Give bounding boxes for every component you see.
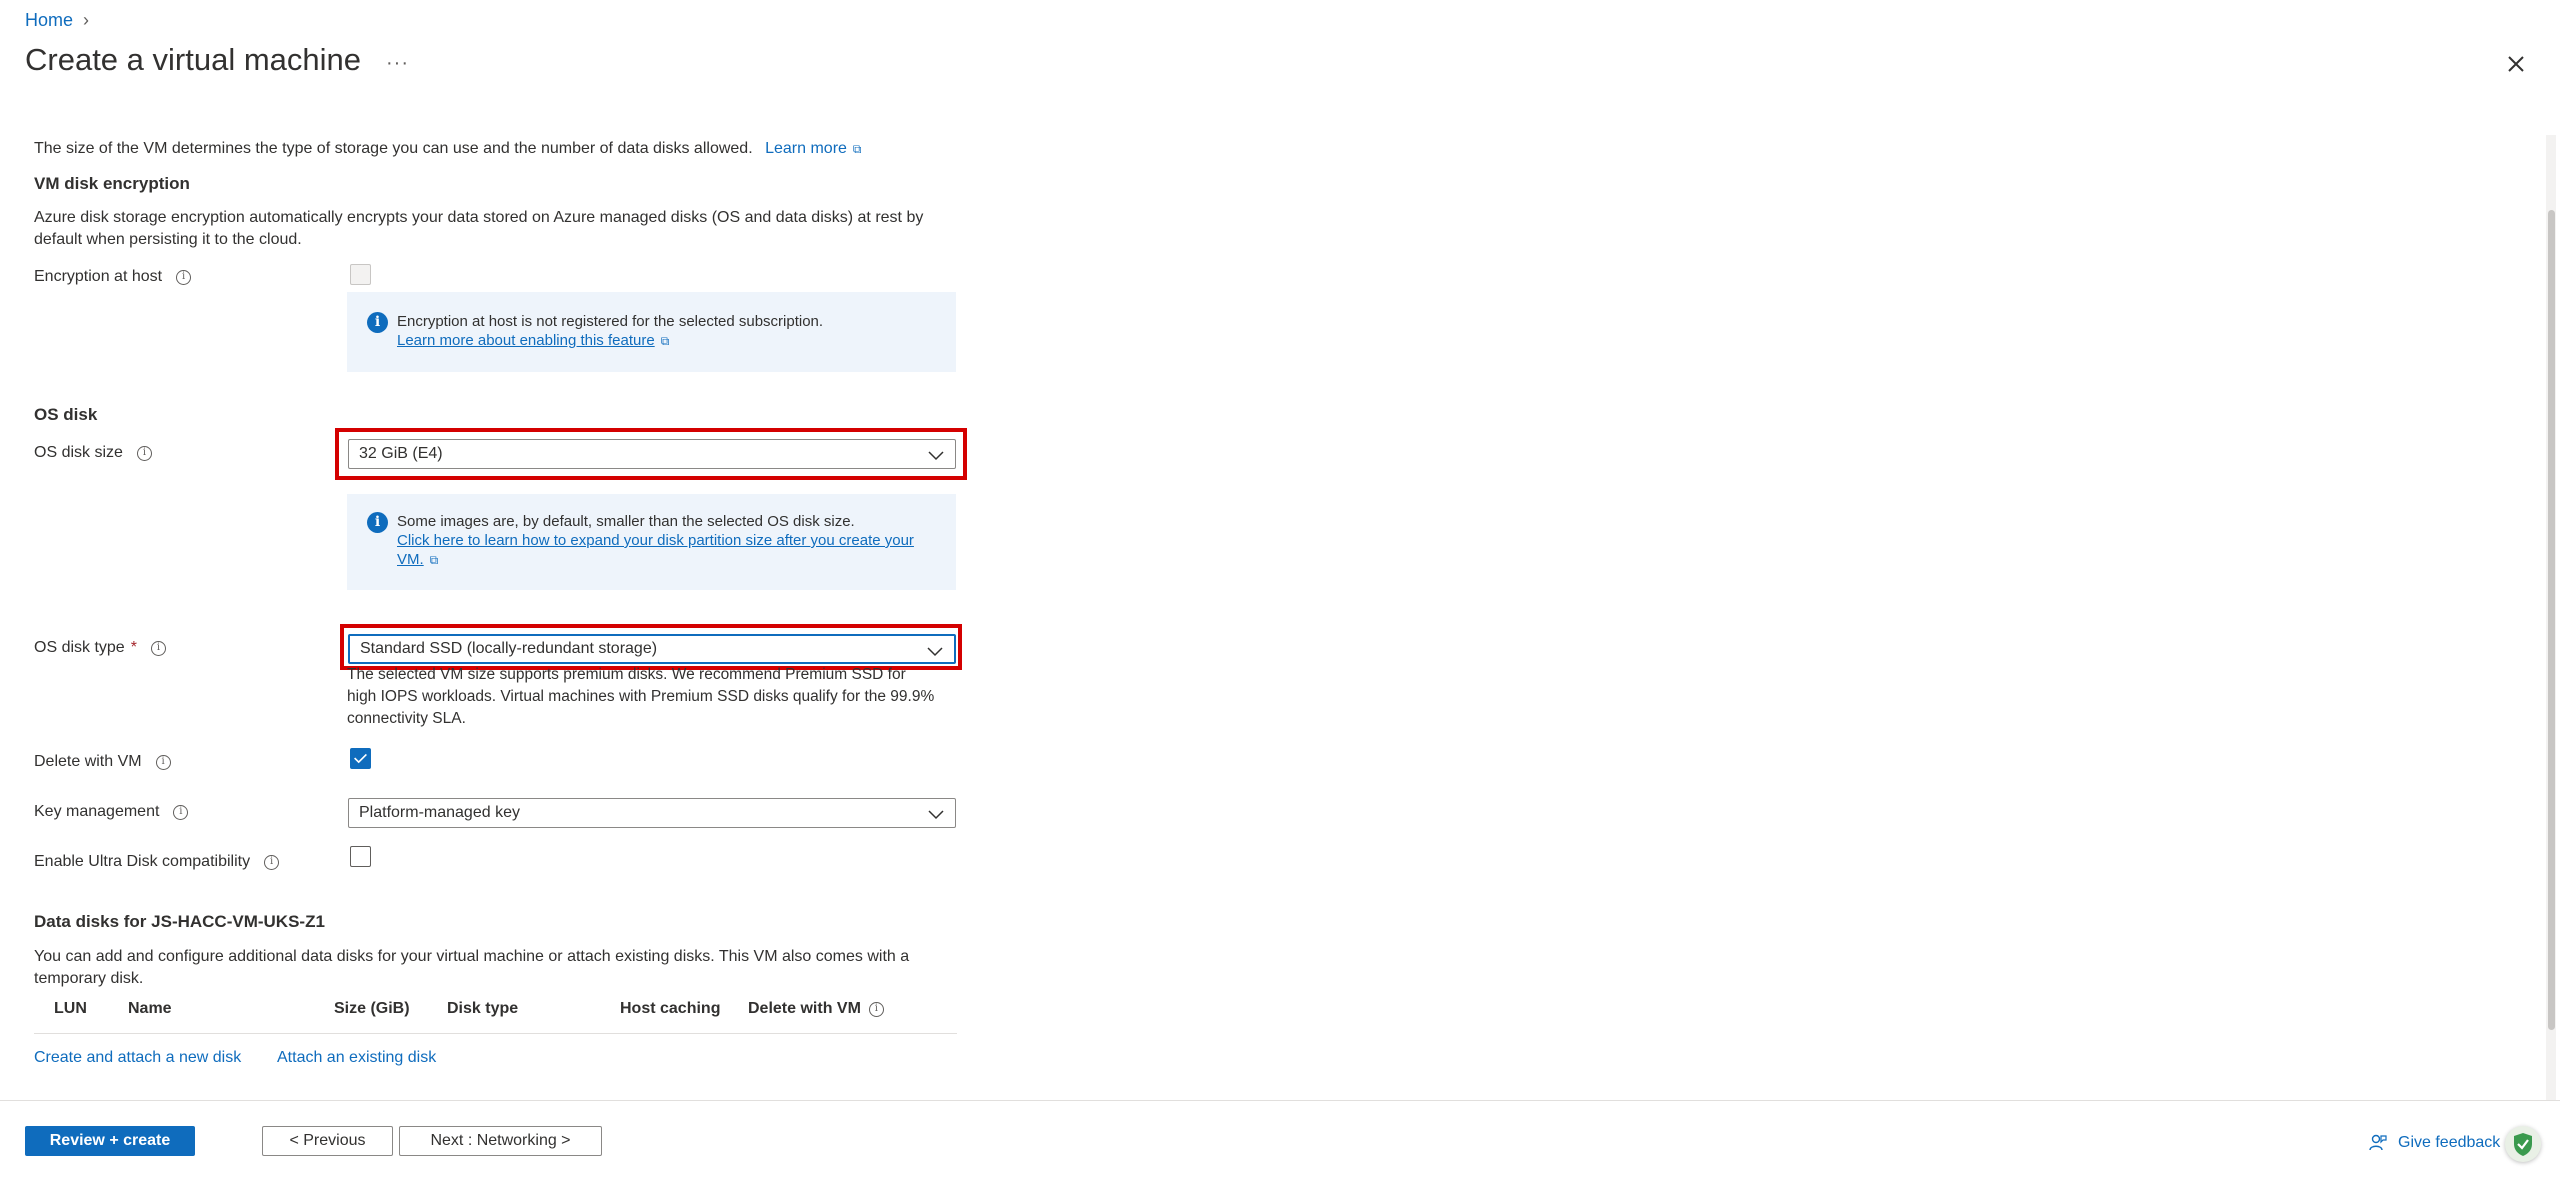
key-management-value: Platform-managed key <box>359 804 520 821</box>
encryption-info-text: Encryption at host is not registered for… <box>397 313 824 330</box>
key-management-label: Key management i <box>34 803 189 821</box>
encryption-at-host-label: Encryption at host i <box>34 268 192 286</box>
previous-button[interactable]: < Previous <box>262 1126 393 1156</box>
ultra-disk-checkbox[interactable] <box>350 846 371 867</box>
give-feedback-link[interactable]: Give feedback <box>2368 1133 2500 1153</box>
shield-check-icon <box>2514 1133 2532 1156</box>
external-link-icon: ⧉ <box>660 334 670 348</box>
main-content: The size of the VM determines the type o… <box>0 0 2560 1100</box>
intro-text: The size of the VM determines the type o… <box>34 138 862 160</box>
enable-feature-link[interactable]: Learn more about enabling this feature <box>397 332 655 349</box>
os-disk-size-info-text: Some images are, by default, smaller tha… <box>397 513 855 530</box>
column-header-size: Size (GiB) <box>334 1000 410 1017</box>
scrollbar-thumb[interactable] <box>2548 210 2555 1030</box>
review-create-button[interactable]: Review + create <box>25 1126 195 1156</box>
expand-partition-link-cont[interactable]: VM. <box>397 551 424 568</box>
encryption-at-host-text: Encryption at host <box>34 268 163 285</box>
encryption-desc-2: default when persisting it to the cloud. <box>34 231 302 248</box>
info-icon[interactable]: i <box>176 269 192 285</box>
column-header-delete-with-vm: Delete with VM i <box>748 1000 884 1018</box>
os-disk-type-note-3: connectivity SLA. <box>347 710 466 727</box>
encryption-info-box: i Encryption at host is not registered f… <box>347 292 956 372</box>
os-disk-type-note-1: The selected VM size supports premium di… <box>347 666 906 683</box>
learn-more-link[interactable]: Learn more <box>765 140 847 157</box>
info-icon[interactable]: i <box>150 640 166 656</box>
next-networking-button[interactable]: Next : Networking > <box>399 1126 602 1156</box>
info-icon[interactable]: i <box>155 754 171 770</box>
os-disk-size-info-box: i Some images are, by default, smaller t… <box>347 494 956 590</box>
os-disk-type-select[interactable]: Standard SSD (locally-redundant storage) <box>348 634 956 664</box>
os-disk-type-value: Standard SSD (locally-redundant storage) <box>360 640 658 657</box>
external-link-icon: ⧉ <box>429 553 439 567</box>
key-management-select[interactable]: Platform-managed key <box>348 798 956 828</box>
os-disk-type-text: OS disk type <box>34 639 125 656</box>
required-marker: * <box>130 639 137 656</box>
encryption-heading: VM disk encryption <box>34 174 190 193</box>
delete-with-vm-text: Delete with VM <box>34 753 142 770</box>
external-link-icon: ⧉ <box>852 142 862 156</box>
encryption-at-host-checkbox[interactable] <box>350 264 371 285</box>
table-divider <box>34 1033 957 1034</box>
column-header-name: Name <box>128 1000 172 1017</box>
checkmark-icon <box>354 753 367 764</box>
os-disk-size-text: OS disk size <box>34 444 123 461</box>
key-management-text: Key management <box>34 803 160 820</box>
ultra-disk-label: Enable Ultra Disk compatibility i <box>34 853 280 871</box>
delete-with-vm-label: Delete with VM i <box>34 753 171 771</box>
column-header-lun: LUN <box>54 1000 87 1017</box>
chevron-down-icon <box>928 451 944 461</box>
info-icon[interactable]: i <box>136 445 152 461</box>
chevron-down-icon <box>928 810 944 820</box>
data-disks-desc-1: You can add and configure additional dat… <box>34 948 910 965</box>
feedback-icon <box>2369 1134 2387 1151</box>
delete-with-vm-checkbox[interactable] <box>350 748 371 769</box>
create-attach-disk-link[interactable]: Create and attach a new disk <box>34 1047 241 1069</box>
shield-icon[interactable] <box>2505 1126 2541 1162</box>
os-disk-size-value: 32 GiB (E4) <box>359 445 443 462</box>
expand-partition-link[interactable]: Click here to learn how to expand your d… <box>397 532 914 549</box>
os-disk-heading: OS disk <box>34 405 98 424</box>
os-disk-type-note-2: high IOPS workloads. Virtual machines wi… <box>347 688 935 705</box>
data-disks-heading: Data disks for JS-HACC-VM-UKS-Z1 <box>34 912 325 931</box>
info-icon[interactable]: i <box>264 854 280 870</box>
info-filled-icon: i <box>367 512 388 533</box>
column-header-host-caching: Host caching <box>620 1000 721 1017</box>
attach-existing-disk-link[interactable]: Attach an existing disk <box>277 1047 436 1069</box>
data-disks-desc-2: temporary disk. <box>34 970 144 987</box>
os-disk-size-select[interactable]: 32 GiB (E4) <box>348 439 956 469</box>
intro-description: The size of the VM determines the type o… <box>34 140 753 157</box>
ultra-disk-text: Enable Ultra Disk compatibility <box>34 853 251 870</box>
chevron-down-icon <box>927 647 943 657</box>
info-filled-icon: i <box>367 312 388 333</box>
give-feedback-text: Give feedback <box>2398 1134 2501 1151</box>
os-disk-size-label: OS disk size i <box>34 444 152 462</box>
os-disk-type-label: OS disk type * i <box>34 639 166 657</box>
encryption-desc-1: Azure disk storage encryption automatica… <box>34 209 924 226</box>
info-icon[interactable]: i <box>868 1001 884 1017</box>
column-header-disk-type: Disk type <box>447 1000 519 1017</box>
column-header-delete-text: Delete with VM <box>748 1000 861 1017</box>
info-icon[interactable]: i <box>173 804 189 820</box>
